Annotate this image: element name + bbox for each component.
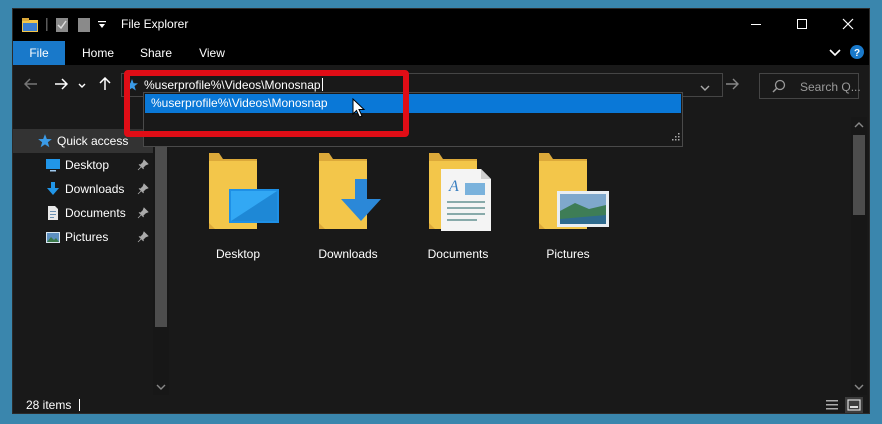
properties-icon[interactable] [55,17,69,36]
close-icon [842,18,854,33]
tab-share[interactable]: Share [131,41,181,65]
sidebar-item-label: Downloads [65,182,125,196]
folder-label: Downloads [318,247,378,261]
star-icon [37,133,53,149]
go-arrow-icon [725,78,739,93]
new-folder-icon[interactable] [77,17,91,36]
customize-quick-access-icon[interactable] [97,19,107,33]
resize-grip-icon[interactable] [672,130,680,144]
maximize-button[interactable] [779,9,825,41]
ribbon-tabs: File Home Share View ? [13,41,869,65]
sidebar-item-label: Pictures [65,230,109,244]
go-button[interactable] [721,75,743,95]
folder-desktop[interactable]: Desktop [183,149,293,261]
address-history-chevron-icon[interactable] [700,81,710,95]
folder-label: Desktop [215,247,261,261]
sidebar-item-documents[interactable]: Documents [13,201,153,225]
status-bar: 28 items [13,395,869,413]
tab-view[interactable]: View [189,41,235,65]
pictures-icon [45,229,61,245]
back-button[interactable] [21,75,41,95]
search-box[interactable]: Search Q... [759,73,861,99]
search-icon [772,79,786,96]
recent-locations-button[interactable] [75,75,89,95]
content-scrollbar[interactable] [851,117,867,395]
scroll-up-icon[interactable] [853,119,865,129]
download-icon [45,181,61,197]
folder-pictures[interactable]: Pictures [513,149,623,261]
folder-content-area: Desktop Downloads A Documents Pictures [173,117,849,395]
svg-text:?: ? [854,48,860,59]
desktop-icon [45,157,61,173]
folder-label: Pictures [546,247,590,261]
documents-icon [45,205,61,221]
maximize-icon [796,18,808,33]
item-count: 28 items [26,398,72,412]
status-separator [79,399,80,411]
forward-arrow-icon [54,77,69,93]
sidebar-item-label: Desktop [65,158,110,172]
back-arrow-icon [23,77,38,93]
pictures-folder-icon [539,153,609,229]
scroll-down-icon[interactable] [155,381,167,391]
nav-pane-scrollbar[interactable] [153,117,169,395]
pin-icon [137,207,149,219]
window-title: File Explorer [121,17,189,31]
large-icons-view-icon[interactable] [845,397,863,413]
downloads-folder-icon [319,153,381,229]
separator-icon: | [45,15,49,31]
minimize-button[interactable] [733,9,779,41]
title-bar: | File Explorer [13,9,869,41]
pin-icon [137,183,149,195]
up-button[interactable] [95,75,115,95]
help-icon[interactable]: ? [849,44,865,63]
svg-text:A: A [448,178,459,195]
folder-documents[interactable]: A Documents [403,149,513,261]
sidebar-item-label: Documents [65,206,126,220]
pin-icon [137,159,149,171]
forward-button[interactable] [51,75,71,95]
scrollbar-thumb[interactable] [853,135,865,215]
sidebar-item-pictures[interactable]: Pictures [13,225,153,249]
close-button[interactable] [825,9,869,41]
chevron-down-icon [78,78,86,92]
folder-downloads[interactable]: Downloads [293,149,403,261]
folder-label: Documents [427,247,489,261]
scroll-down-icon[interactable] [853,381,865,391]
highlight-annotation [124,70,409,137]
search-placeholder: Search Q... [800,80,861,94]
minimize-icon [750,18,762,33]
expand-ribbon-icon[interactable] [829,47,841,61]
scrollbar-thumb[interactable] [155,143,167,327]
pin-icon [137,231,149,243]
details-view-icon[interactable] [823,397,841,413]
sidebar-item-desktop[interactable]: Desktop [13,153,153,177]
tab-home[interactable]: Home [73,41,123,65]
file-explorer-window: | File Explorer File Home Share View ? %… [12,8,870,414]
navigation-pane: Quick access Desktop Downloads Documents [13,117,169,395]
up-arrow-icon [99,76,111,94]
desktop-folder-icon [209,153,279,229]
sidebar-item-label: Quick access [57,134,129,148]
folder-app-icon [21,17,39,36]
tab-file[interactable]: File [13,41,65,65]
documents-folder-icon: A [429,153,491,231]
sidebar-item-downloads[interactable]: Downloads [13,177,153,201]
